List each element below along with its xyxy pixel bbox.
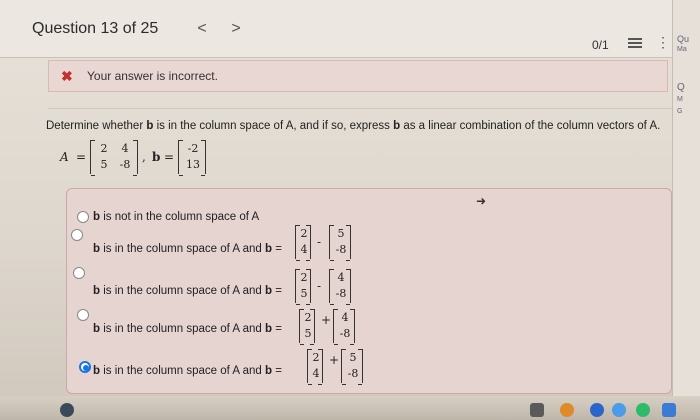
app-icon[interactable]	[636, 403, 650, 417]
vector-cell: 4	[300, 243, 308, 256]
matrix-a-label: A	[60, 150, 69, 164]
vector-b-cell: 13	[186, 158, 200, 171]
equals-sign: =	[164, 150, 175, 164]
vector-cell: 5	[300, 287, 308, 300]
matrix-a-cell: -8	[119, 158, 131, 171]
mouse-cursor-icon: ➜	[476, 194, 487, 208]
vector-cell: 2	[300, 271, 308, 284]
prompt-part-3: as a linear combination of the column ve…	[400, 120, 661, 132]
option-vector-1: 2 4	[295, 225, 311, 261]
side-label-5: G	[677, 108, 683, 115]
vector-cell: -8	[339, 327, 351, 340]
matrix-a-cell: 4	[121, 142, 129, 155]
option-label: b is in the column space of A and b =	[93, 323, 282, 335]
option-combination-4[interactable]: b is in the column space of A and b = 2 …	[67, 347, 671, 387]
question-list-icon[interactable]	[628, 36, 642, 48]
equals-sign: =	[76, 150, 87, 164]
option-combination-3[interactable]: b is in the column space of A and b = 2 …	[67, 305, 671, 345]
app-icon[interactable]	[530, 403, 544, 417]
score-display: 0/1	[592, 38, 609, 52]
vector-b: -2 13	[178, 140, 206, 176]
matrix-a: 2 4 5 -8	[90, 140, 138, 176]
option-vector-1: 2 4	[307, 349, 323, 385]
app-icon[interactable]	[612, 403, 626, 417]
vector-cell: 2	[304, 311, 312, 324]
option-radio[interactable]	[73, 267, 85, 279]
vector-cell: 4	[341, 311, 349, 324]
question-counter: Question 13 of 25	[32, 20, 159, 37]
option-vector-2: 4 -8	[329, 269, 351, 305]
app-icon[interactable]	[560, 403, 574, 417]
app-icon[interactable]	[60, 403, 74, 417]
error-x-icon: ✖	[61, 68, 73, 84]
next-question-button[interactable]: >	[228, 20, 244, 38]
more-options-icon[interactable]: ⋮	[656, 34, 670, 51]
option-vector-2: 5 -8	[329, 225, 351, 261]
side-panel: Qu Ma Q M G	[672, 0, 700, 420]
matrix-a-cell: 2	[100, 142, 108, 155]
option-radio[interactable]	[77, 309, 89, 321]
divider	[48, 108, 672, 109]
option-radio-selected[interactable]	[79, 361, 91, 373]
side-label-1: Qu	[677, 34, 690, 44]
vector-cell: 2	[312, 351, 320, 364]
alert-message: Your answer is incorrect.	[87, 69, 218, 83]
top-bar: Question 13 of 25 < > 0/1 ⋮	[0, 0, 672, 58]
option-label: b is in the column space of A and b =	[93, 243, 282, 255]
operator: +	[329, 353, 340, 367]
app-icon[interactable]	[590, 403, 604, 417]
prompt-part-2: is in the column space of A, and if so, …	[153, 120, 394, 132]
option-vector-2: 4 -8	[333, 309, 355, 345]
option-combination-2[interactable]: b is in the column space of A and b = 2 …	[67, 263, 671, 305]
vector-cell: -8	[347, 367, 359, 380]
option-radio[interactable]	[71, 229, 83, 241]
app-icon[interactable]	[662, 403, 676, 417]
vector-cell: 5	[349, 351, 357, 364]
comma: ,	[142, 150, 146, 164]
vector-cell: 4	[337, 271, 345, 284]
matrix-a-cell: 5	[100, 158, 108, 171]
side-label-4: M	[677, 96, 683, 103]
side-label-3: Q	[677, 82, 685, 93]
vector-b-cell: -2	[187, 142, 199, 155]
screen: Question 13 of 25 < > 0/1 ⋮ Qu Ma Q M G …	[0, 0, 700, 420]
vector-cell: 5	[304, 327, 312, 340]
option-vector-1: 2 5	[299, 309, 315, 345]
operator: -	[317, 279, 322, 293]
option-combination-1[interactable]: b is in the column space of A and b = 2 …	[67, 221, 671, 261]
operator: +	[321, 313, 332, 327]
vector-cell: -8	[335, 243, 347, 256]
vector-cell: 4	[312, 367, 320, 380]
vector-cell: -8	[335, 287, 347, 300]
option-vector-1: 2 5	[295, 269, 311, 305]
option-label: b is in the column space of A and b =	[93, 285, 282, 297]
answer-options: b is not in the column space of A b is i…	[66, 188, 672, 394]
question-prompt: Determine whether b is in the column spa…	[46, 120, 660, 132]
previous-question-button[interactable]: <	[194, 20, 210, 38]
option-vector-2: 5 -8	[341, 349, 363, 385]
vector-b-label: b	[152, 150, 161, 164]
vector-cell: 5	[337, 227, 345, 240]
incorrect-answer-alert: ✖ Your answer is incorrect.	[48, 60, 668, 92]
vector-cell: 2	[300, 227, 308, 240]
prompt-part-1: Determine whether	[46, 120, 147, 132]
side-label-2: Ma	[677, 46, 687, 53]
operator: -	[317, 235, 322, 249]
option-label: b is in the column space of A and b =	[93, 365, 282, 377]
